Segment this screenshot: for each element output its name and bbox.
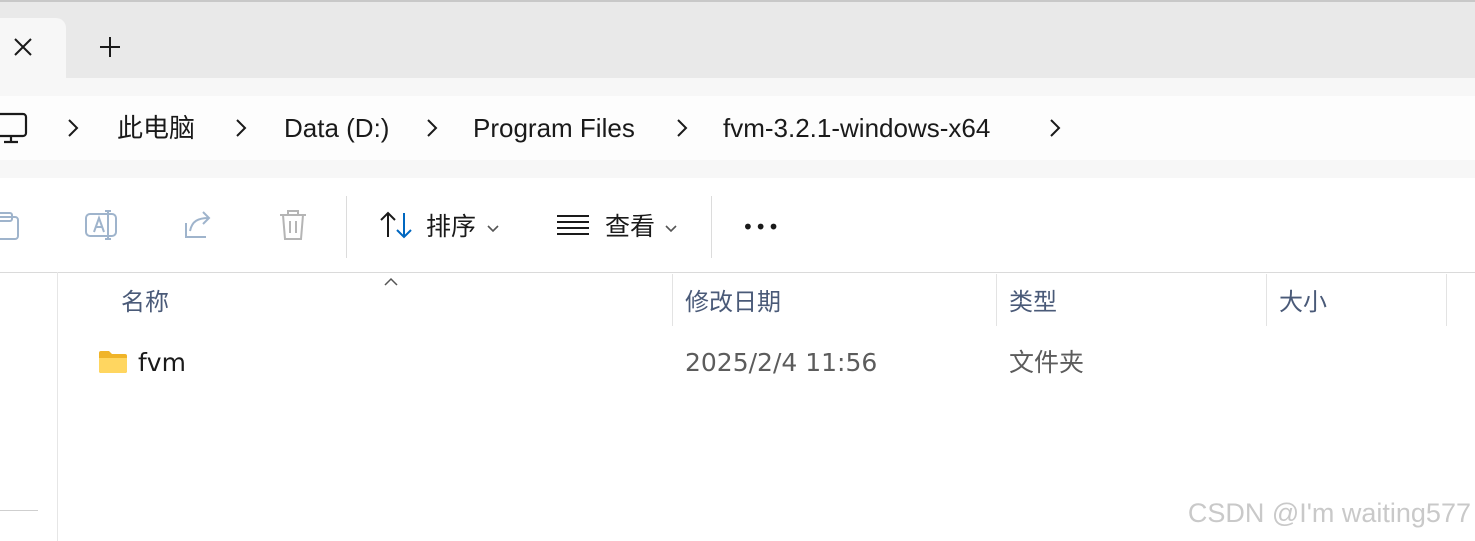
chevron-right-icon[interactable] [232,116,250,140]
rename-button[interactable] [81,205,121,245]
view-button[interactable]: 查看 [605,210,655,244]
file-name[interactable]: fvm [138,346,186,380]
column-divider[interactable] [996,274,997,326]
chevron-right-icon[interactable] [1046,116,1064,140]
paste-button[interactable] [0,205,22,245]
share-icon [185,211,211,238]
close-icon [14,38,32,56]
watermark: CSDN @I'm waiting577 [1187,498,1471,528]
sort-icon[interactable] [377,205,417,245]
more-options-button[interactable]: ••• [742,210,780,244]
share-button[interactable] [178,205,218,245]
chevron-down-icon[interactable] [486,220,500,233]
toolbar-separator [711,196,712,258]
clipboard-icon [0,212,19,240]
breadcrumb-item-data-drive[interactable]: Data (D:) [284,108,389,148]
column-header-date-modified[interactable]: 修改日期 [685,284,781,320]
nav-divider [0,510,38,511]
trash-icon [280,210,306,240]
chevron-right-icon[interactable] [673,116,691,140]
breadcrumb-item-program-files[interactable]: Program Files [473,108,635,148]
column-divider[interactable] [1446,274,1447,326]
delete-button[interactable] [273,205,313,245]
tab-bar [0,0,1475,78]
column-header-name[interactable]: 名称 [121,284,169,320]
view-icon[interactable] [554,205,594,245]
navigation-pane[interactable] [0,272,58,541]
chevron-right-icon[interactable] [423,116,441,140]
column-header-type[interactable]: 类型 [1009,284,1057,320]
column-header-size[interactable]: 大小 [1279,284,1327,320]
command-bar [0,178,1475,273]
breadcrumb-item-fvm-folder[interactable]: fvm-3.2.1-windows-x64 [723,108,990,148]
new-tab-button[interactable] [97,34,123,60]
file-date-modified: 2025/2/4 11:56 [685,348,878,377]
plus-icon [100,37,120,57]
column-divider[interactable] [1266,274,1267,326]
folder-icon [98,350,128,374]
toolbar-separator [346,196,347,258]
breadcrumb-item-this-pc[interactable]: 此电脑 [117,108,195,148]
close-tab-button[interactable] [10,34,36,60]
chevron-right-icon[interactable] [64,116,82,140]
sort-button[interactable]: 排序 [426,210,476,244]
column-divider[interactable] [672,274,673,326]
sort-ascending-icon [383,273,399,286]
chevron-down-icon[interactable] [664,220,678,233]
rename-icon [85,210,117,240]
this-pc-icon[interactable] [0,110,30,146]
file-type: 文件夹 [1009,348,1085,377]
